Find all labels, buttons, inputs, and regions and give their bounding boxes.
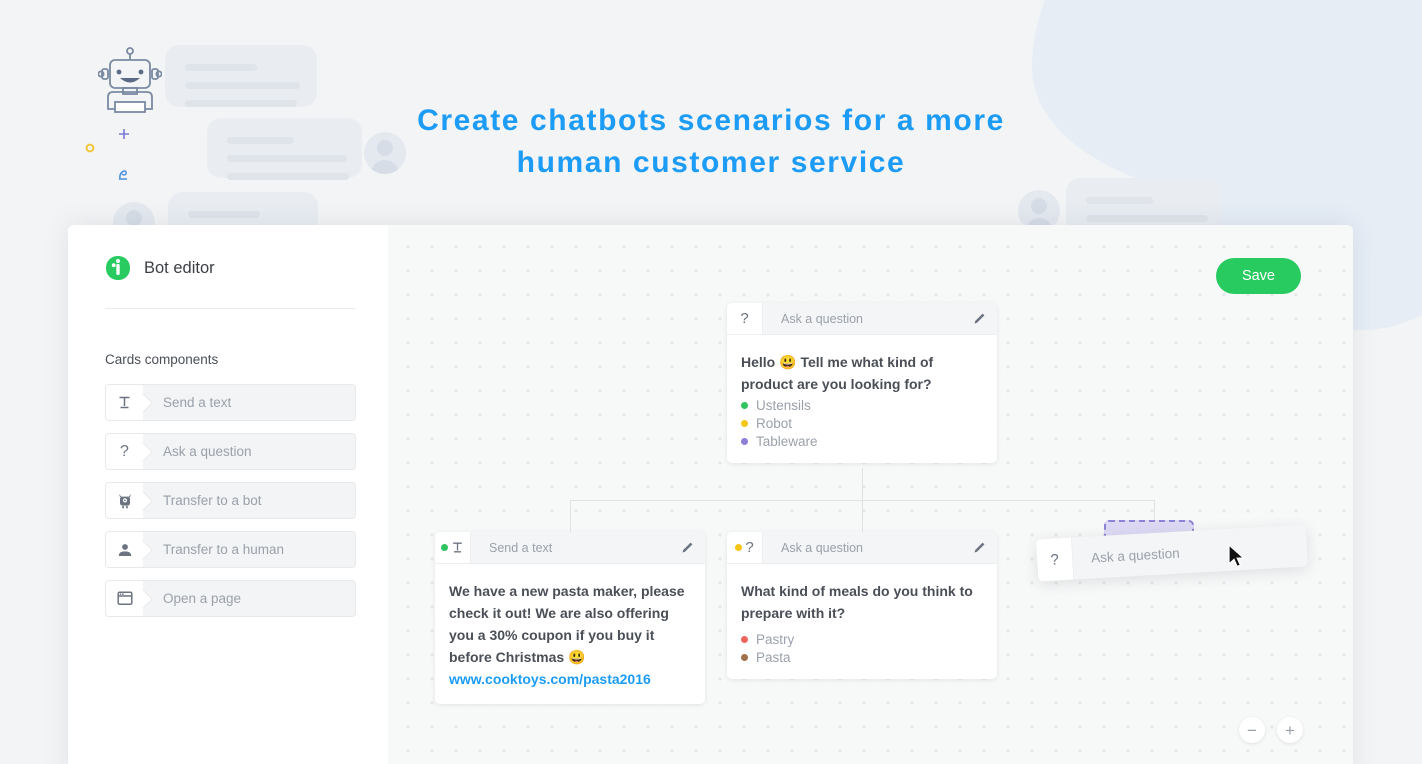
- option-dot-icon: [741, 420, 748, 427]
- component-label: Transfer to a human: [163, 542, 285, 557]
- sidebar-divider: [105, 308, 356, 309]
- person-icon: [106, 532, 143, 567]
- component-label: Send a text: [163, 395, 232, 410]
- component-label: Open a page: [163, 591, 242, 606]
- browser-window-icon: [106, 581, 143, 616]
- card-header: ? Ask a question: [727, 532, 997, 564]
- card-text: What kind of meals do you think to prepa…: [741, 583, 973, 621]
- page-headline: Create chatbots scenarios for a more hum…: [0, 100, 1422, 184]
- dragged-card-ask-a-question[interactable]: ? Ask a question: [1036, 524, 1308, 582]
- flow-card-ask-a-question-child[interactable]: ? Ask a question What kind of meals do y…: [727, 532, 997, 679]
- cards-components-title: Cards components: [105, 352, 219, 367]
- option-dot-icon: [441, 544, 448, 551]
- option-label: Robot: [756, 416, 793, 431]
- component-send-a-text[interactable]: Send a text: [105, 384, 356, 421]
- question-mark-icon: ?: [1036, 537, 1075, 582]
- pencil-icon[interactable]: [961, 303, 997, 334]
- component-open-a-page[interactable]: Open a page: [105, 580, 356, 617]
- pencil-icon[interactable]: [669, 532, 705, 563]
- brand: Bot editor: [105, 255, 356, 281]
- sidebar: Bot editor Cards components Send a text …: [68, 225, 388, 764]
- card-body: What kind of meals do you think to prepa…: [727, 564, 997, 679]
- option-dot-icon: [741, 654, 748, 661]
- card-option[interactable]: Tableware: [741, 434, 983, 449]
- zoom-out-button[interactable]: −: [1239, 717, 1265, 743]
- card-link[interactable]: www.cooktoys.com/pasta2016: [449, 668, 691, 690]
- option-dot-icon: [735, 544, 743, 551]
- zoom-controls: − +: [1239, 717, 1303, 743]
- component-transfer-to-a-human[interactable]: Transfer to a human: [105, 531, 356, 568]
- card-header-label: Ask a question: [781, 540, 863, 555]
- bot-logo-icon: [106, 256, 130, 280]
- placeholder-chat-bubble: [165, 45, 317, 107]
- pencil-icon[interactable]: [961, 532, 997, 563]
- card-option[interactable]: Robot: [741, 416, 983, 431]
- component-label: Ask a question: [163, 444, 252, 459]
- zoom-in-button[interactable]: +: [1277, 717, 1303, 743]
- save-button[interactable]: Save: [1215, 258, 1301, 294]
- card-option[interactable]: Pastry: [741, 632, 983, 647]
- component-label: Transfer to a bot: [163, 493, 262, 508]
- card-header-label: Send a text: [489, 540, 553, 555]
- card-header: ? Ask a question: [727, 303, 997, 335]
- option-dot-icon: [741, 438, 748, 445]
- component-transfer-to-a-bot[interactable]: Transfer to a bot: [105, 482, 356, 519]
- flow-card-send-a-text[interactable]: Send a text We have a new pasta maker, p…: [435, 532, 705, 704]
- brand-name: Bot editor: [144, 258, 215, 277]
- option-dot-icon: [741, 402, 748, 409]
- card-body: Hello 😃 Tell me what kind of product are…: [727, 335, 997, 463]
- component-ask-a-question[interactable]: ? Ask a question: [105, 433, 356, 470]
- option-label: Tableware: [756, 434, 818, 449]
- card-option[interactable]: Pasta: [741, 650, 983, 665]
- card-option[interactable]: Ustensils: [741, 398, 983, 413]
- card-header-label: Ask a question: [781, 311, 863, 326]
- headline-line-1: Create chatbots scenarios for a more: [417, 104, 1005, 137]
- option-label: Pasta: [756, 650, 791, 665]
- flow-card-ask-a-question-root[interactable]: ? Ask a question Hello 😃 Tell me what ki…: [727, 303, 997, 463]
- text-icon: [435, 532, 471, 563]
- question-mark-icon: ?: [727, 532, 763, 563]
- option-dot-icon: [741, 636, 748, 643]
- card-body: We have a new pasta maker, please check …: [435, 564, 705, 704]
- question-mark-icon: ?: [727, 303, 763, 334]
- headline-line-2: human customer service: [516, 146, 906, 179]
- question-mark-icon: ?: [106, 434, 143, 469]
- option-label: Pastry: [756, 632, 795, 647]
- text-icon: [106, 385, 143, 420]
- card-text: Hello 😃 Tell me what kind of product are…: [741, 354, 934, 392]
- flow-canvas[interactable]: Save ? Ask a question Hello 😃 Tell me wh…: [388, 225, 1353, 764]
- robot-icon: [106, 483, 143, 518]
- card-header: Send a text: [435, 532, 705, 564]
- bot-editor-window: Bot editor Cards components Send a text …: [68, 225, 1353, 764]
- card-text: We have a new pasta maker, please check …: [449, 583, 685, 665]
- option-label: Ustensils: [756, 398, 811, 413]
